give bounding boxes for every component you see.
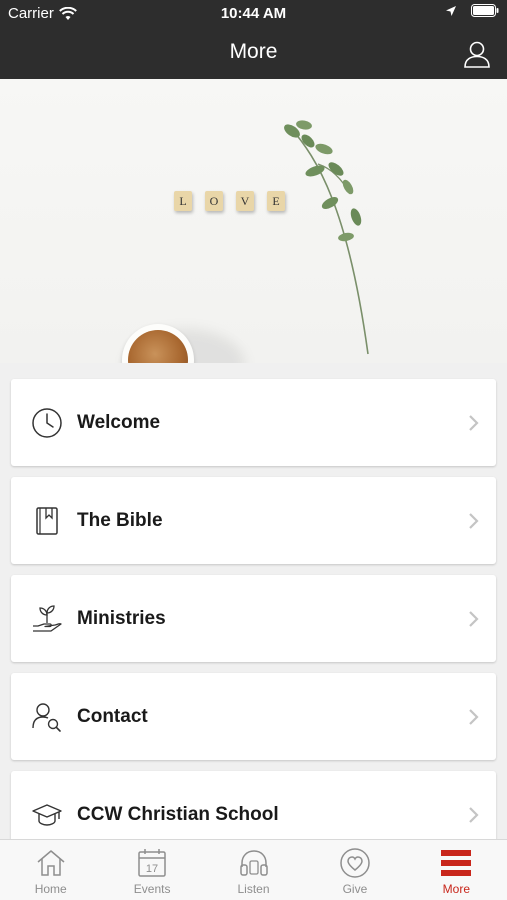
bible-icon <box>36 506 58 535</box>
calendar-icon: 17 <box>138 849 166 877</box>
menu-item-the-bible[interactable]: The Bible <box>11 477 496 564</box>
plant-sprig-image <box>284 120 369 355</box>
profile-icon[interactable] <box>463 40 491 68</box>
battery-icon <box>471 4 499 17</box>
menu-item-label: Contact <box>77 705 148 727</box>
status-time: 10:44 AM <box>220 5 287 22</box>
location-arrow-icon <box>446 5 456 16</box>
nav-bar: More <box>0 28 507 79</box>
chevron-right-icon <box>469 414 479 431</box>
menu-item-label: Welcome <box>77 411 161 433</box>
menu-item-ministries[interactable]: Ministries <box>11 575 496 662</box>
status-bar: Carrier 10:44 AM <box>0 0 507 28</box>
tab-label: Home <box>34 882 67 896</box>
tab-home[interactable]: Home <box>0 840 101 900</box>
tab-label: Listen <box>237 882 270 896</box>
tab-label: More <box>442 882 470 896</box>
scrabble-tile: V <box>236 191 254 211</box>
menu-item-welcome[interactable]: Welcome <box>11 379 496 466</box>
chevron-right-icon <box>469 512 479 529</box>
clock-icon <box>32 407 62 438</box>
hero-image: L O V E <box>0 79 507 363</box>
status-right <box>445 4 499 17</box>
graduation-cap-icon <box>32 803 62 826</box>
menu-item-contact[interactable]: Contact <box>11 673 496 760</box>
menu-item-label: Ministries <box>77 607 166 629</box>
calendar-day: 17 <box>146 863 158 875</box>
coffee <box>128 330 188 363</box>
chevron-right-icon <box>469 610 479 627</box>
headphones-icon <box>239 850 268 876</box>
tab-bar: Home 17 Events Listen Give More <box>0 839 507 900</box>
menu-item-label: The Bible <box>77 509 163 531</box>
tab-label: Give <box>342 882 368 896</box>
menu-item-label: CCW Christian School <box>77 803 279 825</box>
page-title: More <box>229 40 278 63</box>
tab-label: Events <box>133 882 171 896</box>
tab-listen[interactable]: Listen <box>203 840 304 900</box>
tab-events[interactable]: 17 Events <box>101 840 202 900</box>
plant-hand-icon <box>33 604 62 632</box>
chevron-right-icon <box>469 708 479 725</box>
home-icon <box>37 850 65 876</box>
heart-icon <box>340 848 370 878</box>
chevron-right-icon <box>469 806 479 823</box>
scrabble-tile: O <box>205 191 223 211</box>
tab-more[interactable]: More <box>406 840 507 900</box>
menu-icon <box>441 850 472 876</box>
tab-give[interactable]: Give <box>304 840 405 900</box>
contact-search-icon <box>32 702 61 732</box>
scrabble-tile: L <box>174 191 192 211</box>
